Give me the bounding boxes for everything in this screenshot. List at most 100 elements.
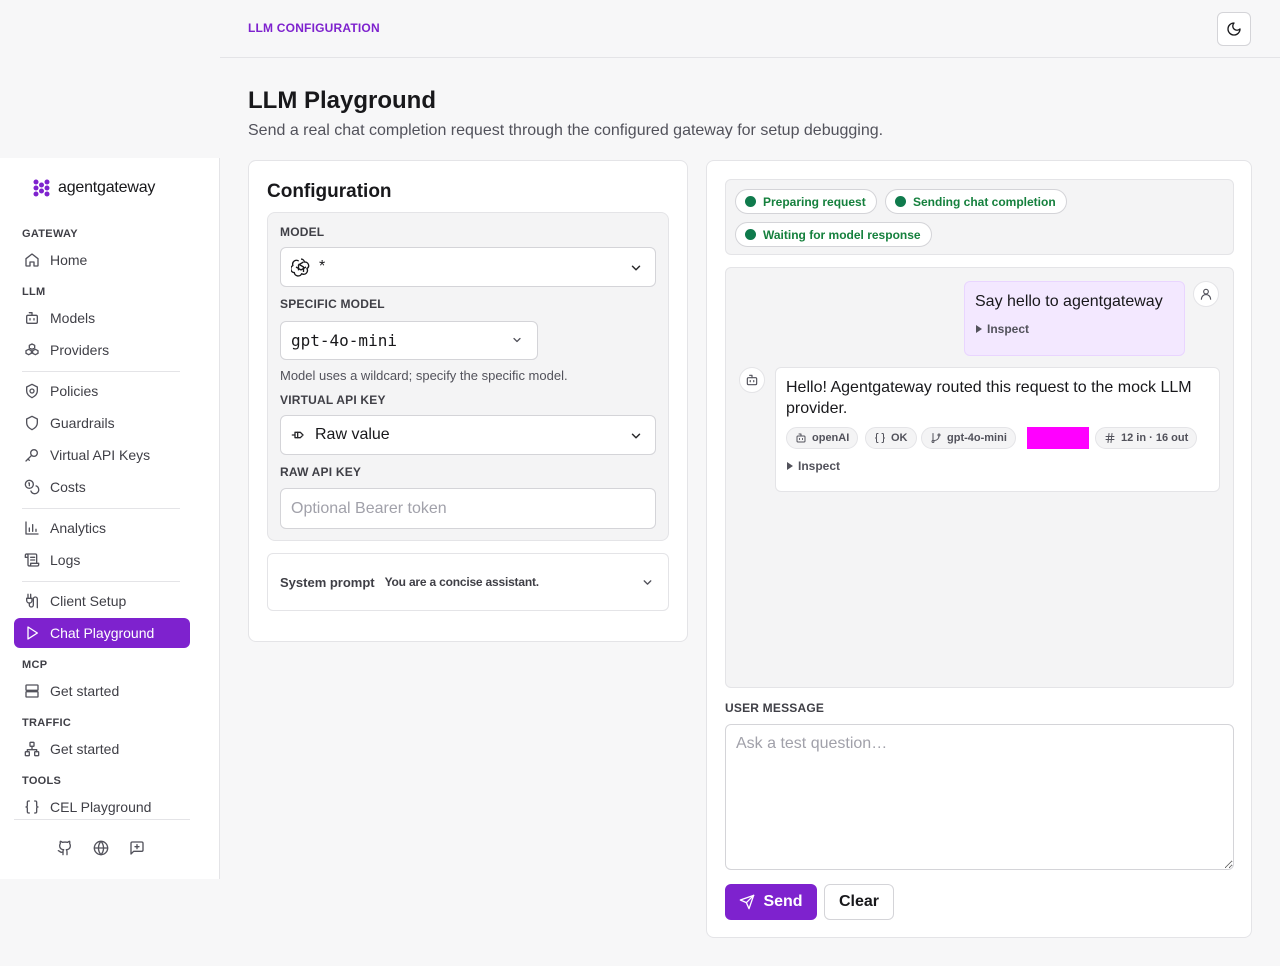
system-prompt-toggle[interactable]: System prompt You are a concise assistan… (267, 553, 669, 611)
sidebar-item-logs[interactable]: Logs (14, 545, 190, 575)
model-select[interactable]: * (280, 247, 656, 287)
bar-chart-icon (24, 520, 40, 536)
group-traffic: TRAFFIC (22, 717, 72, 729)
inspect-label: Inspect (798, 459, 841, 473)
status-text: Waiting for model response (763, 227, 921, 242)
sidebar-item-chat-playground[interactable]: Chat Playground (14, 618, 190, 648)
user-message-input[interactable] (725, 724, 1234, 870)
sidebar-divider (22, 581, 180, 582)
bot-avatar (739, 367, 765, 393)
sidebar-item-analytics[interactable]: Analytics (14, 513, 190, 543)
sidebar-item-label: Models (50, 310, 96, 326)
status-pill: Preparing request (735, 189, 877, 214)
sidebar-item-traffic-get-started[interactable]: Get started (14, 734, 190, 764)
page-title: LLM Playground (248, 87, 436, 114)
send-button[interactable]: Send (725, 884, 817, 920)
sidebar-item-label: Logs (50, 552, 81, 568)
status-pill: Waiting for model response (735, 222, 932, 247)
status-text: Sending chat completion (913, 194, 1056, 209)
sidebar-item-label: Providers (50, 342, 110, 358)
tokens-text: 12 in · 16 out (1121, 432, 1189, 444)
configuration-card: Configuration MODEL * SPECIFIC MODEL gpt… (248, 160, 688, 642)
sidebar-divider (22, 371, 180, 372)
sidebar-item-mcp-get-started[interactable]: Get started (14, 676, 190, 706)
wildcard-hint: Model uses a wildcard; specify the speci… (280, 368, 568, 383)
home-icon (24, 252, 40, 268)
sidebar-item-guardrails[interactable]: Guardrails (14, 408, 190, 438)
assistant-message-text: Hello! Agentgateway routed this request … (786, 379, 1192, 417)
configuration-title: Configuration (267, 181, 392, 202)
top-bar: LLM CONFIGURATION (220, 0, 1280, 58)
sidebar-item-home[interactable]: Home (14, 245, 190, 275)
key-icon (24, 447, 40, 463)
sidebar-item-cel-playground[interactable]: CEL Playground (14, 792, 190, 822)
provider-text: openAI (812, 432, 850, 444)
agentgateway-logo-icon (33, 179, 50, 197)
sidebar-item-label: CEL Playground (50, 799, 152, 815)
model-label: MODEL (280, 225, 325, 239)
server-icon (24, 683, 40, 699)
user-message-bubble: Say hello to agentgateway Inspect (964, 281, 1185, 356)
inspect-label: Inspect (987, 322, 1030, 336)
caret-right-icon (976, 325, 982, 333)
bot-icon (795, 432, 807, 444)
group-llm: LLM (22, 286, 46, 298)
sidebar-item-label: Home (50, 252, 88, 268)
user-message-label: USER MESSAGE (725, 701, 825, 715)
breadcrumb[interactable]: LLM CONFIGURATION (248, 21, 380, 35)
sidebar-footer-divider (14, 819, 190, 820)
chevron-down-icon (629, 429, 643, 443)
brand-name: agentgateway (58, 179, 156, 196)
key-value-icon (291, 427, 307, 443)
sidebar-item-label: Costs (50, 479, 86, 495)
specific-model-select[interactable]: gpt-4o-mini (280, 321, 538, 360)
sidebar-item-label: Get started (50, 683, 120, 699)
inspect-toggle[interactable]: Inspect (976, 322, 1029, 336)
sidebar-item-label: Chat Playground (50, 625, 155, 641)
user-icon (1199, 287, 1213, 301)
github-icon[interactable] (57, 840, 73, 856)
sidebar-item-models[interactable]: Models (14, 303, 190, 333)
specific-model-value: gpt-4o-mini (291, 331, 397, 350)
boxes-icon (24, 342, 40, 358)
sidebar-divider (22, 508, 180, 509)
system-prompt-label: System prompt (280, 574, 375, 590)
coins-icon (24, 479, 40, 495)
model-chip-text: gpt-4o-mini (947, 432, 1007, 444)
plug-icon (24, 593, 40, 609)
sidebar-item-costs[interactable]: Costs (14, 472, 190, 502)
sidebar: agentgateway GATEWAY Home LLM Models Pro… (0, 158, 220, 879)
model-chip: gpt-4o-mini (921, 427, 1016, 449)
clear-button[interactable]: Clear (824, 884, 894, 920)
chevron-down-icon (511, 334, 525, 348)
bot-icon (745, 373, 759, 387)
specific-model-label: SPECIFIC MODEL (280, 297, 385, 311)
scroll-icon (24, 552, 40, 568)
response-status-chip: OK (865, 427, 917, 449)
chevron-down-icon (629, 261, 643, 275)
sidebar-item-client-setup[interactable]: Client Setup (14, 586, 190, 616)
git-branch-icon (930, 432, 942, 444)
sidebar-item-policies[interactable]: Policies (14, 376, 190, 406)
raw-api-key-input[interactable] (280, 488, 656, 529)
sidebar-item-label: Client Setup (50, 593, 127, 609)
sidebar-item-label: Analytics (50, 520, 107, 536)
braces-icon (24, 799, 40, 815)
virtual-api-key-select[interactable]: Raw value (280, 415, 656, 455)
theme-toggle-button[interactable] (1217, 12, 1251, 46)
globe-icon[interactable] (93, 840, 109, 856)
inspect-toggle[interactable]: Inspect (787, 459, 840, 473)
group-tools: TOOLS (22, 775, 62, 787)
raw-api-key-label: RAW API KEY (280, 465, 362, 479)
chevron-down-icon (641, 576, 654, 589)
feedback-icon[interactable] (129, 840, 145, 856)
play-icon (24, 625, 40, 641)
sidebar-item-virtual-api-keys[interactable]: Virtual API Keys (14, 440, 190, 470)
sidebar-item-providers[interactable]: Providers (14, 335, 190, 365)
status-dot (745, 229, 756, 240)
braces-icon (874, 432, 886, 444)
user-avatar (1193, 281, 1219, 307)
caret-right-icon (787, 462, 793, 470)
page-subtitle: Send a real chat completion request thro… (248, 122, 884, 139)
brand-logo[interactable]: agentgateway (33, 179, 155, 197)
